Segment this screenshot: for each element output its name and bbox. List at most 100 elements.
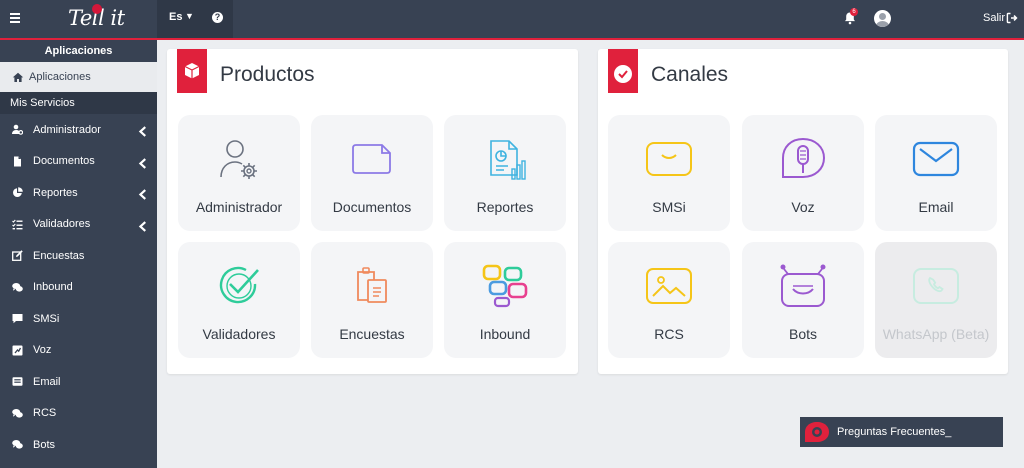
sidebar-item-validadores[interactable]: Validadores bbox=[0, 209, 157, 241]
tile-label: Administrador bbox=[195, 199, 283, 215]
chevron-down-icon: ▼ bbox=[185, 11, 194, 21]
sms-bubble-icon bbox=[646, 142, 692, 176]
faq-widget[interactable]: Preguntas Frecuentes_ bbox=[800, 417, 1003, 447]
sidebar-item-label: Documentos bbox=[33, 155, 95, 168]
chat-icon bbox=[12, 282, 23, 292]
chevron-left-icon bbox=[138, 157, 146, 169]
sidebar-item-documentos[interactable]: Documentos bbox=[0, 146, 157, 178]
inbound-blocks-icon bbox=[482, 264, 528, 308]
check-circle-icon bbox=[614, 65, 632, 83]
logout-icon[interactable] bbox=[1006, 12, 1018, 24]
bot-icon bbox=[12, 440, 23, 449]
document-icon bbox=[352, 144, 391, 174]
sidebar-item-label: Email bbox=[33, 375, 61, 388]
tile-bots[interactable]: Bots bbox=[742, 242, 864, 358]
survey-clipboard-icon bbox=[357, 267, 387, 303]
notification-badge: 6 bbox=[850, 8, 858, 16]
sidebar-item-inbound[interactable]: Inbound bbox=[0, 272, 157, 304]
chevron-left-icon bbox=[138, 220, 146, 232]
tile-label: Voz bbox=[791, 199, 815, 215]
voice-icon bbox=[12, 345, 23, 356]
tile-label: Reportes bbox=[476, 199, 534, 215]
logout-link[interactable]: Salir bbox=[983, 12, 1005, 24]
sidebar-item-bots[interactable]: Bots bbox=[0, 429, 157, 461]
box-icon bbox=[184, 63, 200, 79]
email-icon bbox=[12, 377, 23, 387]
home-icon bbox=[12, 72, 24, 82]
sidebar: Aplicaciones Aplicaciones Mis Servicios … bbox=[0, 40, 157, 468]
tellit-logo[interactable]: Tell it bbox=[68, 4, 125, 30]
tile-label: SMSi bbox=[652, 199, 686, 215]
tile-validadores[interactable]: Validadores bbox=[178, 242, 300, 358]
chevron-left-icon bbox=[138, 126, 146, 137]
email-envelope-icon bbox=[912, 141, 960, 177]
tile-voz[interactable]: Voz bbox=[742, 115, 864, 231]
sidebar-item-label: Voz bbox=[33, 344, 52, 357]
sidebar-section-mis-servicios: Mis Servicios bbox=[0, 92, 157, 114]
sidebar-item-voz[interactable]: Voz bbox=[0, 335, 157, 367]
sidebar-item-label: SMSi bbox=[33, 312, 60, 325]
sidebar-item-aplicaciones[interactable]: Aplicaciones bbox=[0, 62, 157, 92]
brand-area: Tell it bbox=[0, 0, 157, 38]
faq-chat-icon bbox=[805, 422, 829, 442]
tile-label: WhatsApp (Beta) bbox=[882, 326, 990, 342]
sidebar-item-label: Aplicaciones bbox=[29, 71, 91, 83]
tile-documentos[interactable]: Documentos bbox=[311, 115, 433, 231]
tile-smsi[interactable]: SMSi bbox=[608, 115, 730, 231]
sidebar-item-administrador[interactable]: Administrador bbox=[0, 114, 157, 146]
channels-title: Canales bbox=[651, 63, 729, 86]
edit-icon bbox=[12, 250, 23, 262]
channels-card: Canales SMSi Voz Email RCS Bots WhatsApp… bbox=[598, 49, 1008, 374]
document-icon bbox=[14, 156, 21, 167]
tile-rcs[interactable]: RCS bbox=[608, 242, 730, 358]
help-icon[interactable]: ? bbox=[212, 12, 223, 23]
tile-whatsapp: WhatsApp (Beta) bbox=[875, 242, 997, 358]
sidebar-item-label: Administrador bbox=[33, 123, 101, 136]
tile-label: Email bbox=[918, 199, 954, 215]
sidebar-item-encuestas[interactable]: Encuestas bbox=[0, 240, 157, 272]
tile-label: RCS bbox=[654, 326, 684, 342]
rcs-icon bbox=[12, 408, 23, 418]
sidebar-item-email[interactable]: Email bbox=[0, 366, 157, 398]
menu-toggle-icon[interactable] bbox=[10, 13, 20, 23]
sidebar-heading: Aplicaciones bbox=[44, 45, 113, 57]
bot-face-icon bbox=[780, 264, 826, 307]
sidebar-item-label: Bots bbox=[33, 438, 56, 451]
sidebar-item-label: RCS bbox=[33, 407, 57, 420]
tile-label: Documentos bbox=[332, 199, 412, 215]
report-icon bbox=[490, 140, 526, 180]
sidebar-item-smsi[interactable]: SMSi bbox=[0, 303, 157, 335]
faq-label: Preguntas Frecuentes_ bbox=[837, 426, 952, 438]
tile-inbound[interactable]: Inbound bbox=[444, 242, 566, 358]
channels-badge bbox=[608, 49, 638, 93]
list-check-icon bbox=[12, 219, 23, 230]
sidebar-item-label: Validadores bbox=[33, 218, 91, 231]
tile-label: Bots bbox=[788, 326, 817, 342]
products-title: Productos bbox=[220, 63, 315, 86]
sidebar-item-rcs[interactable]: RCS bbox=[0, 398, 157, 430]
user-cog-icon bbox=[12, 124, 23, 136]
language-selector[interactable]: Es ▼ ? bbox=[157, 0, 233, 38]
products-card: Productos Administrador Documentos Repor… bbox=[167, 49, 578, 374]
products-badge bbox=[177, 49, 207, 93]
pie-chart-icon bbox=[13, 187, 23, 198]
language-label: Es bbox=[169, 11, 183, 23]
rcs-image-icon bbox=[646, 268, 692, 304]
chevron-left-icon bbox=[138, 189, 146, 200]
validator-check-icon bbox=[219, 266, 259, 304]
tile-reportes[interactable]: Reportes bbox=[444, 115, 566, 231]
whatsapp-phone-icon bbox=[913, 268, 959, 304]
voice-mic-icon bbox=[782, 137, 826, 178]
tile-encuestas[interactable]: Encuestas bbox=[311, 242, 433, 358]
tile-administrador[interactable]: Administrador bbox=[178, 115, 300, 231]
sidebar-item-label: Encuestas bbox=[33, 249, 85, 262]
sidebar-item-label: Inbound bbox=[33, 281, 73, 294]
sidebar-item-reportes[interactable]: Reportes bbox=[0, 177, 157, 209]
admin-gear-icon bbox=[220, 140, 257, 179]
top-bar: Tell it Es ▼ ? 6 Salir bbox=[0, 0, 1024, 40]
tile-label: Inbound bbox=[479, 326, 531, 342]
logo-dot bbox=[92, 4, 102, 14]
user-avatar[interactable] bbox=[874, 10, 891, 27]
tile-email[interactable]: Email bbox=[875, 115, 997, 231]
message-icon bbox=[12, 314, 23, 324]
